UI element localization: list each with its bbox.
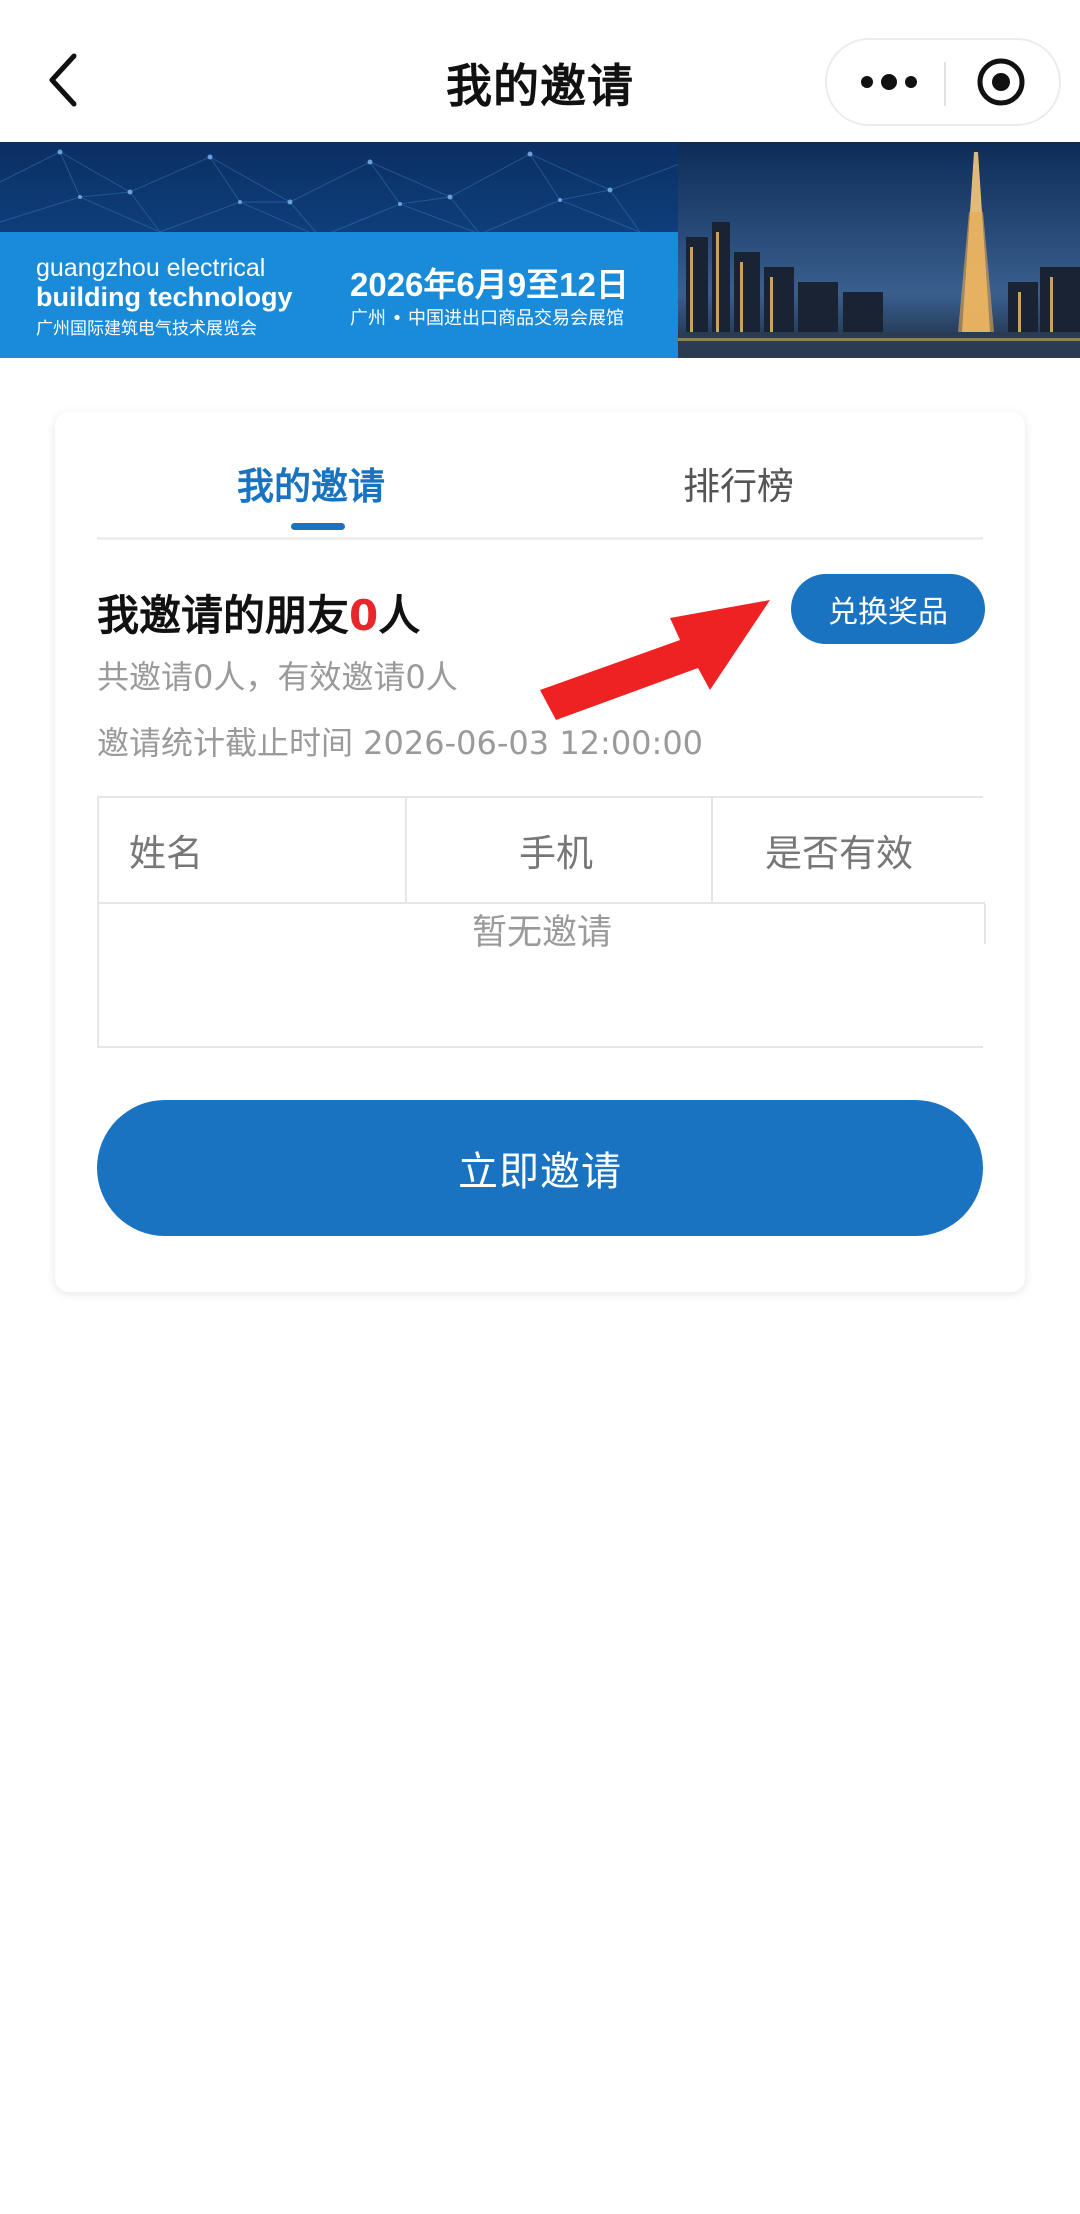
tab-ranking[interactable]: 排行榜 <box>683 456 794 510</box>
brand-name-chinese: 广州国际建筑电气技术展览会 <box>36 319 257 339</box>
invite-card: 我的邀请 排行榜 我邀请的朋友0人 兑换奖品 共邀请0人，有效邀请0人 邀请统计… <box>55 412 1025 1292</box>
close-mini-program-button[interactable] <box>951 40 1051 124</box>
event-date: 2026年6月9至12日 <box>350 266 629 303</box>
more-button[interactable] <box>839 40 939 124</box>
empty-state-text: 暂无邀请 <box>471 913 612 953</box>
city-skyline-graphic <box>678 142 1080 358</box>
event-venue: 广州 • 中国进出口商品交易会展馆 <box>350 308 625 329</box>
more-dots-icon <box>861 74 917 90</box>
column-header-valid: 是否有效 <box>765 832 913 875</box>
invites-table: 姓名 手机 是否有效 暂无邀请 <box>97 796 986 1048</box>
redeem-prize-button[interactable]: 兑换奖品 <box>791 574 985 644</box>
brand-name-english-line2: building technology <box>36 282 293 312</box>
invited-count: 0 <box>349 591 379 640</box>
exhibition-banner[interactable]: guangzhou electrical building technology… <box>0 142 1080 358</box>
column-header-name: 姓名 <box>129 832 203 875</box>
brand-name-english-line1: guangzhou electrical <box>36 254 266 282</box>
tab-my-invites[interactable]: 我的邀请 <box>237 456 385 510</box>
invited-friends-heading: 我邀请的朋友0人 <box>97 582 420 643</box>
heading-prefix: 我邀请的朋友 <box>97 591 350 640</box>
table-border <box>984 904 986 944</box>
table-header: 姓名 手机 是否有效 <box>99 798 985 904</box>
heading-suffix: 人 <box>378 591 421 640</box>
target-circle-icon <box>977 58 1025 106</box>
active-tab-indicator <box>291 523 345 530</box>
invite-totals: 共邀请0人，有效邀请0人 <box>97 658 458 696</box>
red-arrow-annotation <box>540 600 770 720</box>
navigation-bar: 我的邀请 <box>0 0 1080 142</box>
column-divider <box>711 798 713 902</box>
capsule-divider <box>944 62 946 106</box>
column-header-phone: 手机 <box>519 832 593 875</box>
tab-bar: 我的邀请 排行榜 <box>97 412 983 540</box>
column-divider <box>405 798 407 902</box>
mini-program-capsule <box>825 38 1061 126</box>
invite-now-button[interactable]: 立即邀请 <box>97 1100 983 1236</box>
